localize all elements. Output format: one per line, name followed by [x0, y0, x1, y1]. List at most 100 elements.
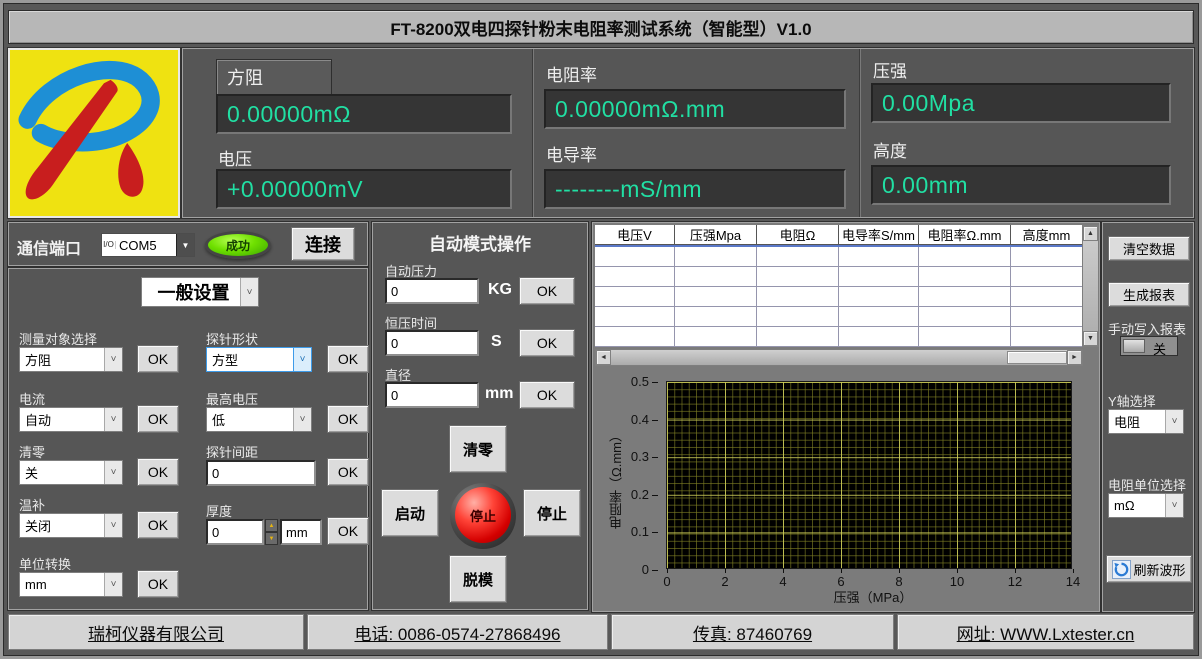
- temp-comp-select[interactable]: 关闭 ˅: [19, 513, 123, 538]
- ok-button-probe-spacing[interactable]: OK: [327, 458, 369, 486]
- y-axis-value: 电阻: [1109, 412, 1165, 431]
- y-axis-select-label: Y轴选择: [1108, 391, 1156, 410]
- chevron-down-icon[interactable]: ˅: [1165, 494, 1183, 517]
- chart-plot-area[interactable]: [666, 381, 1072, 569]
- sheet-resistance-value: 0.00000mΩ: [216, 94, 512, 134]
- table-row[interactable]: [595, 287, 1082, 307]
- ok-button-hold-time[interactable]: OK: [519, 329, 575, 357]
- ok-button-auto-pressure[interactable]: OK: [519, 277, 575, 305]
- table-hscrollbar[interactable]: ◄ ►: [595, 349, 1083, 366]
- ok-button-max-voltage[interactable]: OK: [327, 405, 369, 433]
- com-port-select[interactable]: I/O COM5 ▼: [101, 233, 195, 257]
- footer-website: 网址: WWW.Lxtester.cn: [897, 614, 1194, 650]
- unit-convert-select[interactable]: mm ˅: [19, 572, 123, 597]
- chevron-down-icon[interactable]: ˅: [104, 408, 122, 431]
- table-row[interactable]: [595, 307, 1082, 327]
- ok-button-diameter[interactable]: OK: [519, 381, 575, 409]
- temp-comp-label: 温补: [19, 495, 45, 514]
- chevron-down-icon[interactable]: ˅: [104, 573, 122, 596]
- current-select[interactable]: 自动 ˅: [19, 407, 123, 432]
- chevron-down-icon[interactable]: ˅: [1165, 410, 1183, 433]
- probe-shape-value: 方型: [207, 350, 293, 369]
- probe-shape-select[interactable]: 方型 ˅: [206, 347, 312, 372]
- spinner-up-icon[interactable]: ▲: [265, 519, 278, 532]
- table-row[interactable]: [595, 247, 1082, 267]
- table-row[interactable]: [595, 267, 1082, 287]
- max-voltage-label: 最高电压: [206, 389, 258, 408]
- ok-button-temp-comp[interactable]: OK: [137, 511, 179, 539]
- thickness-label: 厚度: [206, 501, 232, 520]
- ok-button-thickness[interactable]: OK: [327, 517, 369, 545]
- zeroing-select[interactable]: 关 ˅: [19, 460, 123, 485]
- chevron-down-icon[interactable]: ˅: [104, 461, 122, 484]
- chevron-down-icon[interactable]: ˅: [240, 278, 258, 306]
- measure-object-select[interactable]: 方阻 ˅: [19, 347, 123, 372]
- comm-port-label: 通信端口: [17, 235, 81, 259]
- toggle-knob[interactable]: [1123, 339, 1145, 353]
- scroll-left-icon[interactable]: ◄: [596, 350, 611, 365]
- scroll-down-icon[interactable]: ▼: [1083, 331, 1098, 346]
- spinner-down-icon[interactable]: ▼: [265, 532, 278, 545]
- col-header-pressure: 压强Mpa: [675, 225, 757, 245]
- emergency-stop-button[interactable]: 停止: [455, 487, 511, 543]
- start-button[interactable]: 启动: [381, 489, 439, 537]
- chevron-down-icon[interactable]: ▼: [176, 234, 194, 256]
- col-header-resistivity: 电阻率Ω.mm: [919, 225, 1011, 245]
- chevron-down-icon[interactable]: ˅: [104, 514, 122, 537]
- generate-report-button[interactable]: 生成报表: [1108, 282, 1190, 307]
- max-voltage-value: 低: [207, 410, 293, 429]
- thickness-spinner[interactable]: ▲ ▼: [265, 519, 278, 545]
- ytick: 0.5: [618, 374, 658, 389]
- table-vscrollbar[interactable]: ▲ ▼: [1082, 225, 1099, 347]
- refresh-waveform-label: 刷新波形: [1133, 560, 1185, 579]
- ok-button-probe-shape[interactable]: OK: [327, 345, 369, 373]
- scroll-right-icon[interactable]: ►: [1067, 350, 1082, 365]
- resistance-unit-value: mΩ: [1109, 498, 1165, 513]
- hold-time-unit: S: [491, 333, 502, 351]
- probe-spacing-input[interactable]: [206, 460, 316, 486]
- zeroing-label: 清零: [19, 442, 45, 461]
- table-row[interactable]: [595, 327, 1082, 347]
- footer-phone: 电话: 0086-0574-27868496: [307, 614, 608, 650]
- height-label: 高度: [873, 137, 907, 162]
- zero-button[interactable]: 清零: [449, 425, 507, 473]
- diameter-unit: mm: [485, 385, 513, 403]
- max-voltage-select[interactable]: 低 ˅: [206, 407, 312, 432]
- settings-mode-select[interactable]: 一般设置 ˅: [141, 277, 259, 307]
- thickness-input[interactable]: [206, 519, 264, 545]
- resistance-unit-select[interactable]: mΩ ˅: [1108, 493, 1184, 518]
- connect-button[interactable]: 连接: [291, 227, 355, 261]
- chevron-down-icon[interactable]: ˅: [293, 348, 311, 371]
- hscroll-thumb[interactable]: [1007, 351, 1067, 364]
- col-header-conductivity: 电导率S/mm: [839, 225, 919, 245]
- measurement-display-panel: 方阻 0.00000mΩ 电压 +0.00000mV 电阻率 0.00000mΩ…: [182, 48, 1194, 218]
- app-window: FT-8200双电四探针粉末电阻率测试系统（智能型）V1.0 方阻 0.0000…: [0, 0, 1202, 659]
- xtick: 14: [1056, 574, 1090, 589]
- hold-time-input[interactable]: [385, 330, 479, 356]
- ok-button-zeroing[interactable]: OK: [137, 458, 179, 486]
- chevron-down-icon[interactable]: ˅: [293, 408, 311, 431]
- unit-convert-label: 单位转换: [19, 554, 71, 573]
- y-axis-select[interactable]: 电阻 ˅: [1108, 409, 1184, 434]
- current-label: 电流: [19, 389, 45, 408]
- visa-io-icon: I/O: [102, 241, 116, 249]
- diameter-input[interactable]: [385, 382, 479, 408]
- manual-report-toggle[interactable]: 关: [1120, 336, 1178, 356]
- connection-status-text: 成功: [226, 237, 250, 254]
- refresh-waveform-button[interactable]: 刷新波形: [1106, 555, 1192, 583]
- ok-button-unit-convert[interactable]: OK: [137, 570, 179, 598]
- clear-data-button[interactable]: 清空数据: [1108, 236, 1190, 261]
- refresh-icon: [1112, 560, 1131, 579]
- stop-button[interactable]: 停止: [523, 489, 581, 537]
- demold-button[interactable]: 脱模: [449, 555, 507, 603]
- ok-button-current[interactable]: OK: [137, 405, 179, 433]
- scroll-up-icon[interactable]: ▲: [1083, 226, 1098, 241]
- divider: [532, 49, 534, 217]
- unit-convert-value: mm: [20, 577, 104, 592]
- auto-mode-panel: 自动模式操作 自动压力 KG OK 恒压时间 S OK 直径 mm OK 清零 …: [372, 222, 588, 610]
- thickness-unit-box: mm: [280, 519, 322, 545]
- ok-button-measure-object[interactable]: OK: [137, 345, 179, 373]
- auto-pressure-input[interactable]: [385, 278, 479, 304]
- resistivity-label: 电阻率: [546, 61, 597, 86]
- chevron-down-icon[interactable]: ˅: [104, 348, 122, 371]
